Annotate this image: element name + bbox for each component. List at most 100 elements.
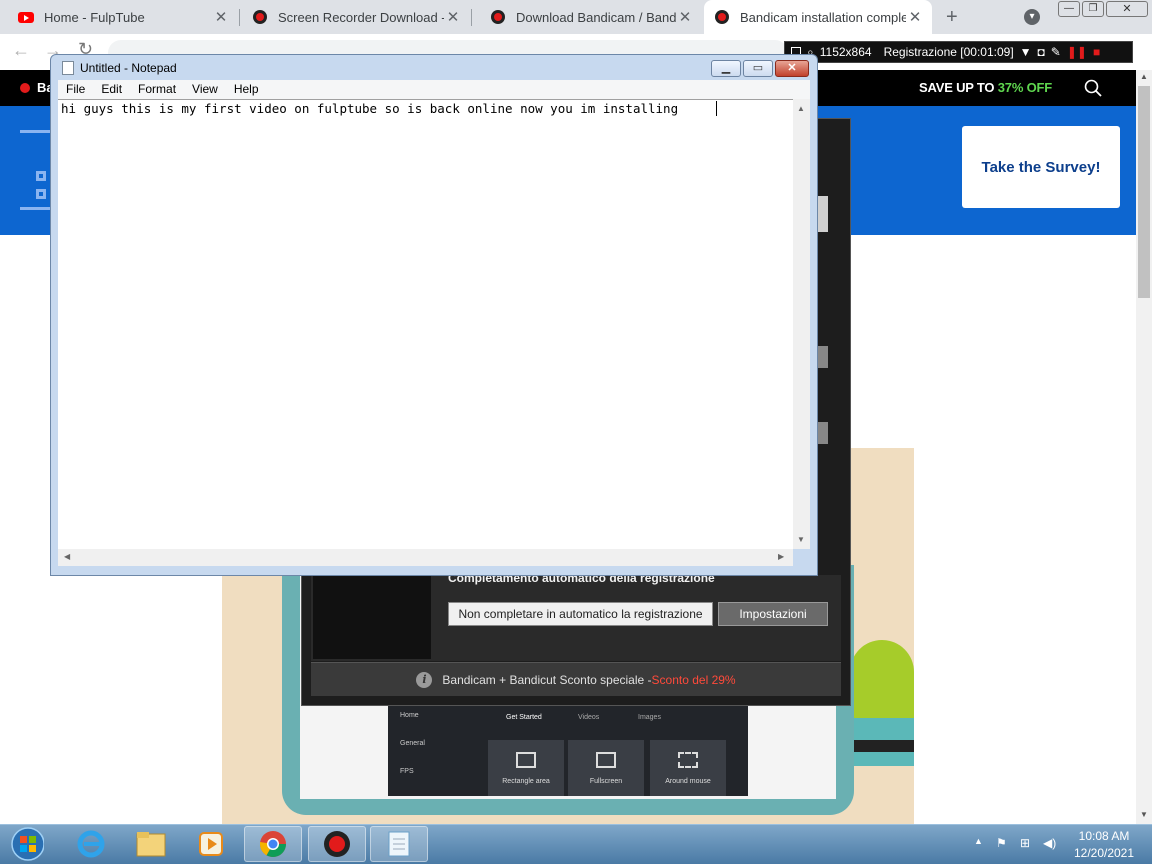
- menu-edit[interactable]: Edit: [93, 80, 130, 99]
- search-icon[interactable]: [1084, 79, 1102, 97]
- fullscreen-icon: [596, 752, 616, 768]
- taskbar-media-player[interactable]: [182, 826, 240, 862]
- preview-mode-rectangle: Rectangle area: [488, 740, 564, 796]
- menu-format[interactable]: Format: [130, 80, 184, 99]
- camera-icon[interactable]: ◘: [1038, 45, 1045, 59]
- action-center-flag-icon[interactable]: ⚑: [996, 836, 1007, 850]
- pencil-icon[interactable]: ✎: [1051, 45, 1061, 59]
- clipboard-check-box: [36, 171, 46, 181]
- info-icon: i: [416, 671, 433, 688]
- network-icon[interactable]: ⊞: [1020, 836, 1030, 850]
- no-auto-complete-button[interactable]: Non completare in automatico la registra…: [448, 602, 713, 626]
- back-arrow-icon[interactable]: ←: [12, 40, 30, 61]
- tab-title: Download Bandicam / Bandicut: [516, 9, 676, 25]
- notepad-icon: [388, 831, 410, 857]
- page-scrollbar-thumb[interactable]: [1138, 86, 1150, 298]
- window-minimize-button[interactable]: —: [1058, 1, 1080, 17]
- sale-banner[interactable]: SAVE UP TO 37% OFF: [919, 80, 1052, 95]
- tab-title: Home - FulpTube: [44, 9, 145, 25]
- tab-title: Bandicam installation complete: [740, 9, 906, 25]
- promo-text: Bandicam + Bandicut Sconto speciale -: [442, 672, 652, 687]
- tab-close-icon[interactable]: ✕: [444, 8, 462, 26]
- taskbar-file-explorer[interactable]: [122, 826, 180, 862]
- bandicam-icon: [490, 9, 506, 25]
- notepad-title: Untitled - Notepad: [80, 61, 177, 75]
- recording-resolution: 1152x864: [819, 45, 872, 59]
- bandicam-sidebar: [313, 575, 431, 659]
- menu-help[interactable]: Help: [226, 80, 267, 99]
- sale-prefix: SAVE UP TO: [919, 80, 998, 95]
- scroll-up-arrow-icon[interactable]: ▲: [797, 104, 805, 113]
- chrome-icon: [259, 831, 287, 858]
- around-mouse-icon: [678, 752, 698, 768]
- notepad-maximize-button[interactable]: ▭: [743, 60, 773, 77]
- bandicam-icon: [714, 9, 730, 25]
- menu-view[interactable]: View: [184, 80, 226, 99]
- plant-illustration: [850, 640, 914, 720]
- recording-status: Registrazione [00:01:09]: [883, 45, 1014, 59]
- bandicam-icon: [324, 831, 350, 857]
- preview-sidebar-general: General: [400, 740, 425, 747]
- notepad-icon: [62, 61, 74, 75]
- tab-close-icon[interactable]: ✕: [676, 8, 694, 26]
- preview-mode-label: Around mouse: [665, 778, 711, 785]
- rectangle-area-icon: [516, 752, 536, 768]
- promo-discount: Sconto del 29%: [651, 672, 736, 687]
- internet-explorer-icon: [77, 830, 105, 858]
- preview-mode-label: Fullscreen: [589, 778, 623, 785]
- sale-percent: 37% OFF: [997, 80, 1052, 95]
- taskbar-internet-explorer[interactable]: [62, 826, 120, 862]
- taskbar-bandicam[interactable]: [308, 826, 366, 862]
- take-survey-button[interactable]: Take the Survey!: [962, 126, 1120, 208]
- window-close-button[interactable]: ✕: [1106, 1, 1148, 17]
- tab-home-fulptube[interactable]: Home - FulpTube ✕: [0, 0, 238, 34]
- notepad-vertical-scrollbar[interactable]: ▲ ▼: [793, 99, 810, 549]
- pause-icon[interactable]: ❚❚: [1067, 45, 1087, 59]
- notepad-close-button[interactable]: ✕: [775, 60, 809, 77]
- notepad-text-area[interactable]: [58, 99, 793, 549]
- start-orb-icon[interactable]: [4, 826, 44, 862]
- settings-button[interactable]: Impostazioni: [718, 602, 828, 626]
- scroll-down-arrow-icon[interactable]: ▼: [1140, 810, 1148, 819]
- notepad-content[interactable]: hi guys this is my first video on fulptu…: [61, 101, 678, 116]
- taskbar-clock[interactable]: 10:08 AM 12/20/2021: [1066, 828, 1142, 862]
- pot-stripe: [850, 740, 914, 752]
- tab-search-button[interactable]: ▾: [1024, 9, 1040, 25]
- file-explorer-icon: [136, 832, 166, 857]
- bandicam-icon: [252, 9, 268, 25]
- notepad-minimize-button[interactable]: ▁: [711, 60, 741, 77]
- preview-tab-images: Images: [638, 714, 661, 721]
- bandicam-slider-handle[interactable]: [818, 422, 828, 444]
- scroll-up-arrow-icon[interactable]: ▲: [1140, 72, 1148, 81]
- taskbar-chrome[interactable]: [244, 826, 302, 862]
- stop-icon[interactable]: ■: [1093, 45, 1100, 59]
- bandicam-slider-handle[interactable]: [818, 346, 828, 368]
- clock-time: 10:08 AM: [1078, 829, 1130, 843]
- bandicam-scroll-thumb[interactable]: [818, 196, 828, 232]
- clipboard-check-box: [36, 189, 46, 199]
- tab-close-icon[interactable]: ✕: [906, 8, 924, 26]
- bandicam-promo-footer[interactable]: i Bandicam + Bandicut Sconto speciale - …: [311, 662, 841, 696]
- scroll-down-arrow-icon[interactable]: ▼: [797, 535, 805, 544]
- notepad-horizontal-scrollbar[interactable]: ◀ ▶: [58, 549, 793, 566]
- preview-mode-fullscreen: Fullscreen: [568, 740, 644, 796]
- media-player-icon: [199, 832, 223, 856]
- preview-mode-label: Rectangle area: [502, 778, 550, 785]
- tab-close-icon[interactable]: ✕: [212, 8, 230, 26]
- scroll-right-arrow-icon[interactable]: ▶: [778, 552, 784, 561]
- tab-download-bandicam[interactable]: Download Bandicam / Bandicut ✕: [472, 0, 702, 34]
- dropdown-arrow-icon[interactable]: ▼: [1020, 45, 1032, 59]
- app-preview-illustration: Home General FPS Get Started Videos Imag…: [388, 706, 748, 796]
- new-tab-button[interactable]: +: [946, 6, 958, 29]
- window-restore-button[interactable]: ❐: [1082, 1, 1104, 17]
- recorder-toolbar: ⌕ 1152x864 Registrazione [00:01:09] ▼ ◘ …: [784, 41, 1133, 63]
- show-hidden-icons-icon[interactable]: ▲: [974, 836, 983, 846]
- tab-screen-recorder-download[interactable]: Screen Recorder Download - Ba ✕: [240, 0, 470, 34]
- tab-bandicam-installation-complete[interactable]: Bandicam installation complete ✕: [704, 0, 932, 34]
- menu-file[interactable]: File: [58, 80, 93, 99]
- volume-icon[interactable]: ◀): [1043, 836, 1056, 850]
- scroll-left-arrow-icon[interactable]: ◀: [64, 552, 70, 561]
- preview-sidebar-home: Home: [400, 712, 419, 719]
- tab-title: Screen Recorder Download - Ba: [278, 9, 444, 25]
- taskbar-notepad[interactable]: [370, 826, 428, 862]
